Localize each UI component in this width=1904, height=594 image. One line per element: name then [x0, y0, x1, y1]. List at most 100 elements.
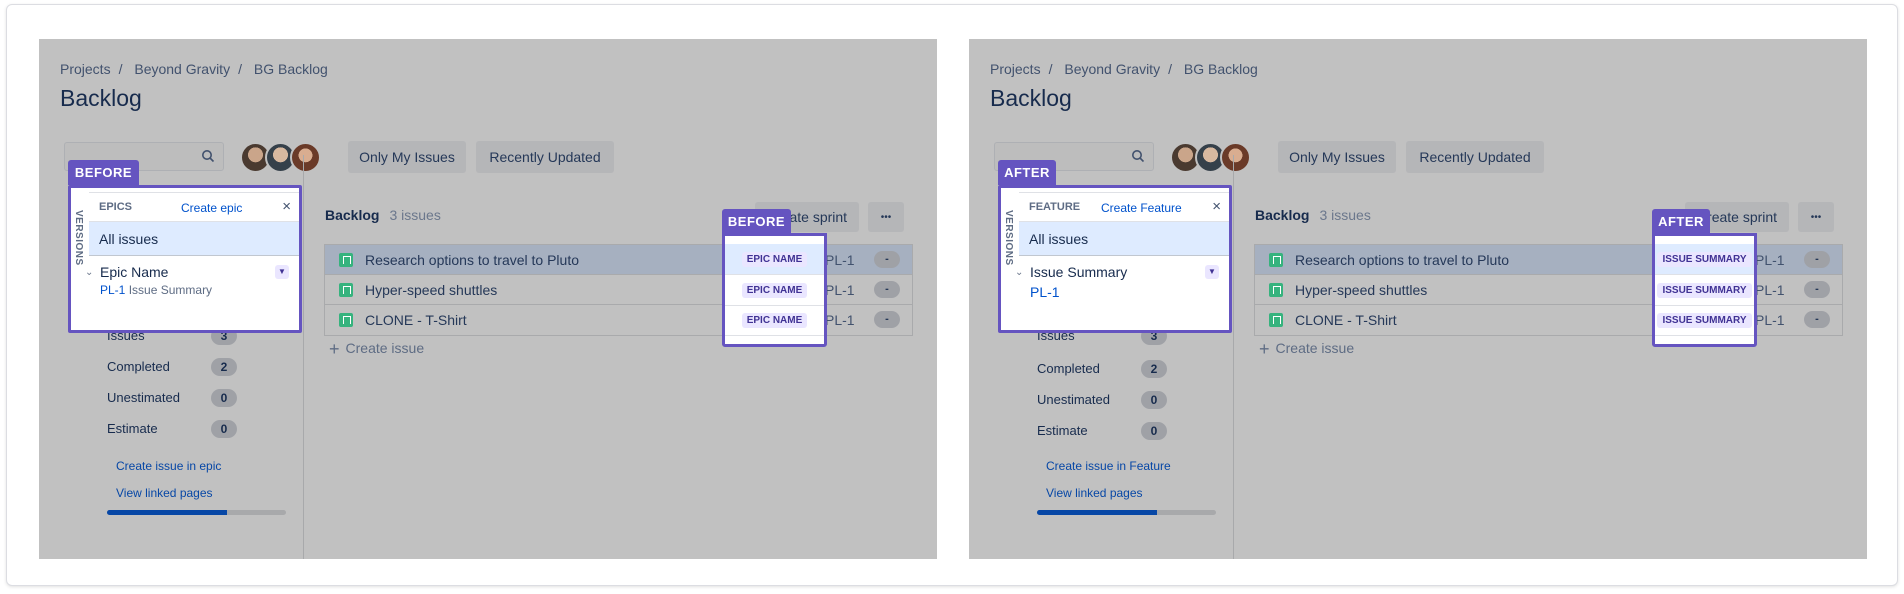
estimate-badge: -: [1804, 251, 1830, 268]
breadcrumb: Projects / Beyond Gravity / BG Backlog: [990, 61, 1258, 77]
epic-item[interactable]: ⌄ Epic Name ▼ PL-1 Issue Summary: [79, 264, 291, 314]
close-icon[interactable]: ×: [282, 198, 291, 215]
view-linked-pages-link[interactable]: View linked pages: [1046, 486, 1143, 500]
epic-item-name: Issue Summary: [1030, 264, 1128, 280]
epic-lozenge[interactable]: EPIC NAME: [741, 312, 808, 328]
issue-count: 3 issues: [389, 207, 441, 223]
epic-item-detail: PL-1: [1030, 284, 1060, 300]
create-epic-link[interactable]: Create epic: [181, 201, 242, 215]
recently-updated-button[interactable]: Recently Updated: [476, 141, 614, 173]
popup-heading: EPICS: [99, 201, 133, 213]
label-cell: ISSUE SUMMARY: [1655, 244, 1754, 275]
dropdown-icon[interactable]: ▼: [275, 265, 289, 279]
stat-badge: 0: [211, 389, 237, 407]
sidebar-divider: [1233, 155, 1234, 559]
view-linked-pages-link[interactable]: View linked pages: [116, 486, 213, 500]
stat-label: Unestimated: [107, 390, 180, 405]
stat-label: Completed: [1037, 361, 1100, 376]
epic-item-key[interactable]: PL-1: [100, 283, 125, 297]
story-icon: [1269, 283, 1283, 297]
issue-key[interactable]: PL-1: [1755, 312, 1785, 328]
create-epic-link[interactable]: Create Feature: [1101, 201, 1182, 215]
breadcrumb-project[interactable]: Beyond Gravity: [1064, 61, 1160, 77]
epic-panel-popup: VERSIONS EPICS Create epic × All issues …: [68, 185, 302, 333]
progress-fill: [1037, 510, 1157, 515]
issue-summary: Hyper-speed shuttles: [1295, 282, 1428, 298]
stat-badge: 2: [211, 358, 237, 376]
label-cell: EPIC NAME: [725, 275, 824, 306]
chevron-down-icon[interactable]: ⌄: [85, 267, 93, 278]
epic-item-key[interactable]: PL-1: [1030, 284, 1060, 300]
label-cell: ISSUE SUMMARY: [1655, 275, 1754, 306]
label-cell: ISSUE SUMMARY: [1655, 305, 1754, 336]
epic-item-detail: PL-1 Issue Summary: [100, 283, 212, 297]
backlog-title: Backlog: [1255, 207, 1310, 223]
dropdown-icon[interactable]: ▼: [1205, 265, 1219, 279]
after-tag: AFTER: [1652, 209, 1710, 233]
issue-summary: Research options to travel to Pluto: [1295, 252, 1510, 268]
versions-tab[interactable]: VERSIONS: [1003, 210, 1014, 266]
page-title: Backlog: [60, 85, 142, 111]
story-icon: [339, 283, 353, 297]
create-issue-button[interactable]: + Create issue: [329, 339, 424, 360]
story-icon: [339, 253, 353, 267]
create-issue-in-link[interactable]: Create issue in epic: [116, 459, 221, 473]
issue-count: 3 issues: [1319, 207, 1371, 223]
popup-header: EPICS Create epic ×: [89, 192, 299, 222]
epic-lozenge[interactable]: EPIC NAME: [741, 282, 808, 298]
create-issue-button[interactable]: + Create issue: [1259, 339, 1354, 360]
before-tag: BEFORE: [68, 160, 139, 185]
before-tag: BEFORE: [722, 209, 791, 233]
backlog-header: Backlog 3 issues: [1255, 207, 1371, 223]
estimate-badge: -: [1804, 281, 1830, 298]
epic-lozenge[interactable]: ISSUE SUMMARY: [1657, 251, 1752, 267]
create-issue-label: Create issue: [1275, 340, 1355, 356]
issue-key[interactable]: PL-1: [1755, 282, 1785, 298]
stat-badge: 0: [1141, 422, 1167, 440]
label-cell: EPIC NAME: [725, 305, 824, 336]
issue-summary: CLONE - T-Shirt: [365, 312, 467, 328]
chevron-down-icon[interactable]: ⌄: [1015, 267, 1023, 278]
epic-panel-popup: VERSIONS FEATURE Create Feature × All is…: [998, 185, 1232, 333]
highlight-box: EPIC NAME EPIC NAME EPIC NAME: [722, 233, 827, 347]
issue-key[interactable]: PL-1: [1755, 252, 1785, 268]
breadcrumb-projects[interactable]: Projects: [990, 61, 1041, 77]
epic-lozenge[interactable]: EPIC NAME: [741, 251, 808, 267]
estimate-badge: -: [1804, 311, 1830, 328]
breadcrumb-projects[interactable]: Projects: [60, 61, 111, 77]
stat-label: Completed: [107, 359, 170, 374]
backlog-title: Backlog: [325, 207, 380, 223]
issue-key[interactable]: PL-1: [825, 252, 855, 268]
search-icon: [202, 150, 215, 163]
all-issues-item[interactable]: All issues: [89, 222, 299, 256]
close-icon[interactable]: ×: [1212, 198, 1221, 215]
breadcrumb-board[interactable]: BG Backlog: [1184, 61, 1258, 77]
progress-fill: [107, 510, 227, 515]
only-my-issues-button[interactable]: Only My Issues: [348, 141, 466, 173]
create-issue-in-link[interactable]: Create issue in Feature: [1046, 459, 1171, 473]
issue-summary: Research options to travel to Pluto: [365, 252, 580, 268]
all-issues-item[interactable]: All issues: [1019, 222, 1229, 256]
sidebar-divider: [303, 155, 304, 559]
epic-item[interactable]: ⌄ Issue Summary ▼ PL-1: [1009, 264, 1221, 314]
recently-updated-button[interactable]: Recently Updated: [1406, 141, 1544, 173]
issue-key[interactable]: PL-1: [825, 312, 855, 328]
issue-key[interactable]: PL-1: [825, 282, 855, 298]
more-actions-button[interactable]: •••: [1798, 202, 1834, 232]
avatar[interactable]: [1220, 142, 1251, 173]
epic-lozenge[interactable]: ISSUE SUMMARY: [1657, 282, 1752, 298]
popup-header: FEATURE Create Feature ×: [1019, 192, 1229, 222]
more-actions-button[interactable]: •••: [868, 202, 904, 232]
page-title: Backlog: [990, 85, 1072, 111]
stat-badge: 2: [1141, 360, 1167, 378]
breadcrumb-project[interactable]: Beyond Gravity: [134, 61, 230, 77]
epic-lozenge[interactable]: ISSUE SUMMARY: [1657, 312, 1752, 328]
story-icon: [1269, 313, 1283, 327]
versions-tab[interactable]: VERSIONS: [73, 210, 84, 266]
breadcrumb-board[interactable]: BG Backlog: [254, 61, 328, 77]
only-my-issues-button[interactable]: Only My Issues: [1278, 141, 1396, 173]
comparison-card: Projects / Beyond Gravity / BG Backlog Bac…: [6, 4, 1898, 586]
after-panel: Projects / Beyond Gravity / BG Backlog Bac…: [969, 39, 1867, 559]
backlog-header: Backlog 3 issues: [325, 207, 441, 223]
avatar[interactable]: [290, 142, 321, 173]
